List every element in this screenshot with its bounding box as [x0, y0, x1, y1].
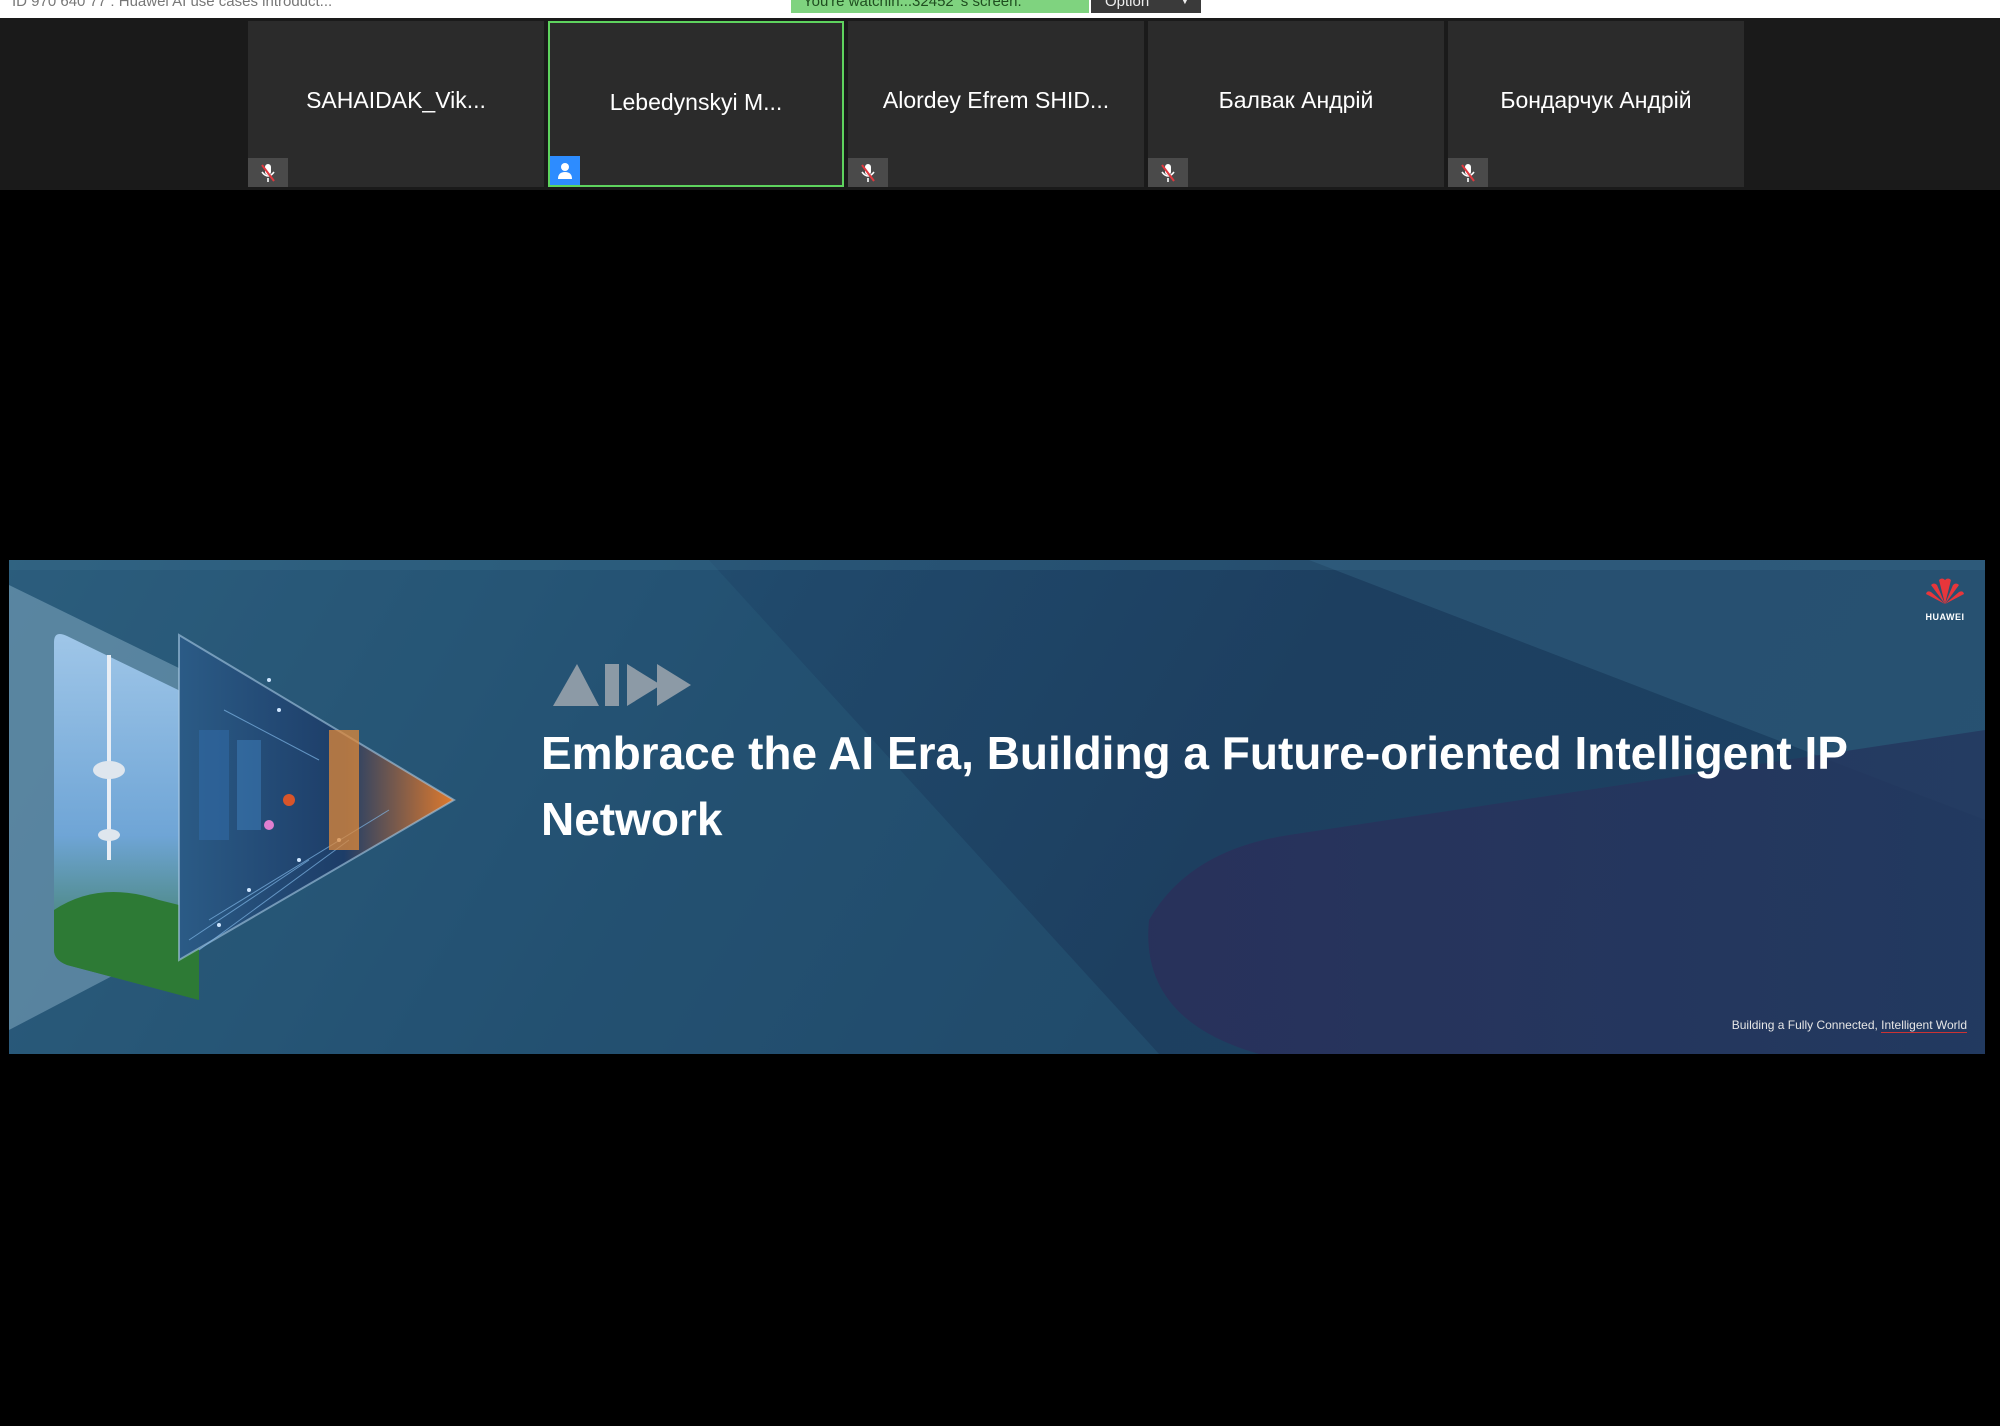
- meeting-top-bar: ID 970 640 77 : Huawei AI use cases intr…: [0, 0, 2000, 18]
- participant-name: Бондарчук Андрій: [1500, 87, 1692, 113]
- view-options-label: Option: [1105, 0, 1150, 10]
- participant-tile[interactable]: Бондарчук Андрій: [1448, 21, 1744, 187]
- watching-screen-text: You're watchin...32452 's screen.: [803, 0, 1022, 10]
- slide-footer-tagline: Building a Fully Connected, Intelligent …: [1731, 1018, 1967, 1033]
- muted-mic-icon: [248, 158, 288, 187]
- huawei-logo: HUAWEI: [1922, 576, 1968, 622]
- slide-footer-text-2: Intelligent World: [1881, 1018, 1967, 1033]
- meeting-title: ID 970 640 77 : Huawei AI use cases intr…: [12, 0, 333, 10]
- participant-name: Alordey Efrem SHID...: [882, 87, 1110, 113]
- participant-tile[interactable]: Балвак Андрій: [1148, 21, 1444, 187]
- huawei-wordmark: HUAWEI: [1925, 612, 1965, 622]
- slide-headline-line-2: Network: [541, 793, 723, 845]
- participant-name: Lebedynskyi M...: [609, 89, 783, 115]
- person-icon: [550, 156, 580, 185]
- participant-name: Балвак Андрій: [1218, 87, 1374, 113]
- muted-mic-icon: [848, 158, 888, 187]
- participant-tile[interactable]: Alordey Efrem SHID...: [848, 21, 1144, 187]
- muted-mic-icon: [1448, 158, 1488, 187]
- participant-thumbnail-strip: SAHAIDAK_Vik... Lebedynskyi M... Alordey…: [0, 18, 2000, 190]
- participant-tile-active-speaker[interactable]: Lebedynskyi M...: [548, 21, 844, 187]
- chevron-down-icon: ▼: [1179, 0, 1191, 7]
- slide-headline: Embrace the AI Era, Building a Future-or…: [541, 720, 1941, 852]
- watching-screen-banner: You're watchin...32452 's screen.: [791, 0, 1089, 13]
- participant-tile[interactable]: SAHAIDAK_Vik...: [248, 21, 544, 187]
- shared-screen-slide: Embrace the AI Era, Building a Future-or…: [9, 560, 1985, 1054]
- view-options-button[interactable]: Option ▼: [1091, 0, 1201, 13]
- muted-mic-icon: [1148, 158, 1188, 187]
- huawei-flower-icon: [1926, 578, 1964, 604]
- slide-footer-text-1: Building a Fully Connected,: [1731, 1018, 1882, 1032]
- slide-headline-line-1: Embrace the AI Era, Building a Future-or…: [541, 727, 1848, 779]
- participant-name: SAHAIDAK_Vik...: [306, 87, 486, 113]
